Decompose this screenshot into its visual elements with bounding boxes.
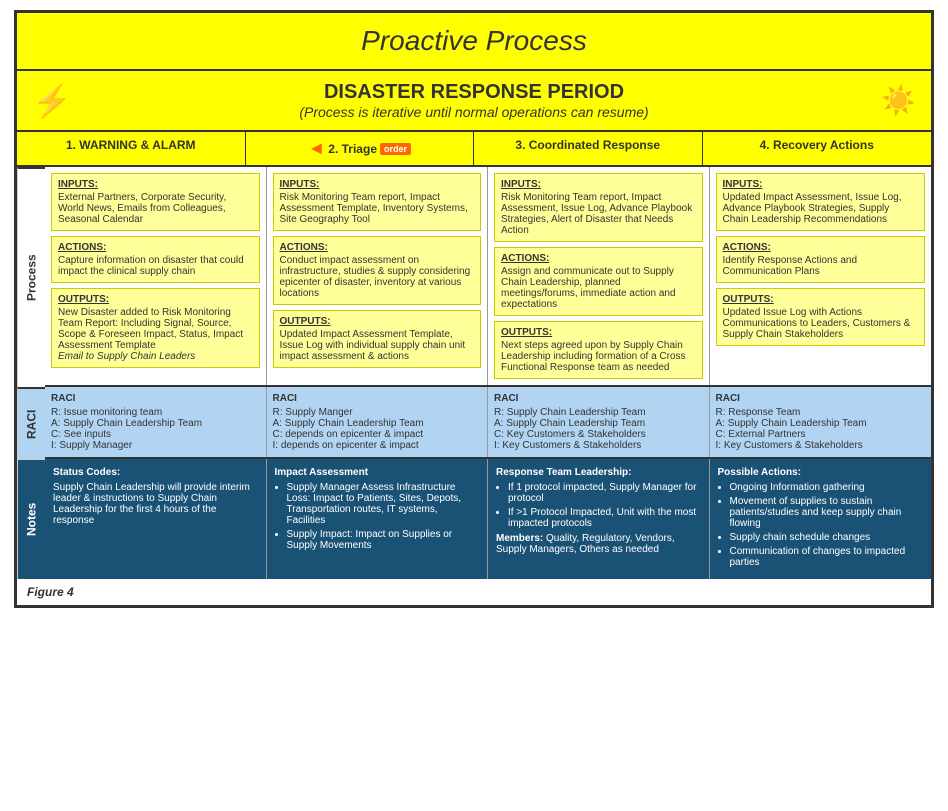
- process-col-2: INPUTS: Risk Monitoring Team report, Imp…: [267, 167, 489, 385]
- process-inputs-2: INPUTS: Risk Monitoring Team report, Imp…: [273, 173, 482, 231]
- figure-label: Figure 4: [17, 579, 931, 605]
- order-badge: order: [380, 143, 411, 155]
- raci-cells: RACI R: Issue monitoring team A: Supply …: [45, 387, 931, 459]
- process-col-3: INPUTS: Risk Monitoring Team report, Imp…: [488, 167, 710, 385]
- process-actions-1: ACTIONS: Capture information on disaster…: [51, 236, 260, 283]
- raci-col-3: RACI R: Supply Chain Leadership Team A: …: [488, 387, 710, 457]
- list-item: If 1 protocol impacted, Supply Manager f…: [508, 482, 701, 504]
- list-item: Supply Impact: Impact on Supplies or Sup…: [287, 529, 480, 551]
- raci-row-label: RACI: [17, 387, 45, 459]
- disaster-banner-text: DISASTER RESPONSE PERIOD (Process is ite…: [299, 81, 648, 120]
- col-header-1: 1. WARNING & ALARM: [17, 132, 246, 165]
- list-item: If >1 Protocol Impacted, Unit with the m…: [508, 507, 701, 529]
- raci-col-4: RACI R: Response Team A: Supply Chain Le…: [710, 387, 932, 457]
- process-inputs-1: INPUTS: External Partners, Corporate Sec…: [51, 173, 260, 231]
- col-header-4: 4. Recovery Actions: [703, 132, 932, 165]
- raci-col-1: RACI R: Issue monitoring team A: Supply …: [45, 387, 267, 457]
- columns-header: 1. WARNING & ALARM ◄ 2. Triage order 3. …: [17, 132, 931, 167]
- disaster-subtitle: (Process is iterative until normal opera…: [299, 104, 648, 120]
- disaster-banner: ⚡ DISASTER RESPONSE PERIOD (Process is i…: [17, 71, 931, 132]
- list-item: Movement of supplies to sustain patients…: [730, 496, 924, 529]
- raci-col-2: RACI R: Supply Manger A: Supply Chain Le…: [267, 387, 489, 457]
- notes-col-3: Response Team Leadership: If 1 protocol …: [488, 459, 710, 579]
- list-item: Supply chain schedule changes: [730, 532, 924, 543]
- list-item: Communication of changes to impacted par…: [730, 546, 924, 568]
- notes-list-2: Supply Manager Assess Infrastructure Los…: [275, 482, 480, 551]
- process-col-4: INPUTS: Updated Impact Assessment, Issue…: [710, 167, 932, 385]
- process-actions-2: ACTIONS: Conduct impact assessment on in…: [273, 236, 482, 305]
- col-header-3: 3. Coordinated Response: [474, 132, 703, 165]
- process-row-label: Process: [17, 167, 45, 387]
- process-inputs-4: INPUTS: Updated Impact Assessment, Issue…: [716, 173, 926, 231]
- process-outputs-1: OUTPUTS: New Disaster added to Risk Moni…: [51, 288, 260, 368]
- notes-cells: Status Codes: Supply Chain Leadership wi…: [45, 459, 931, 579]
- notes-col-2: Impact Assessment Supply Manager Assess …: [267, 459, 489, 579]
- lightning-icon: ⚡: [32, 82, 72, 120]
- proactive-header: Proactive Process: [17, 13, 931, 71]
- notes-col-4: Possible Actions: Ongoing Information ga…: [710, 459, 932, 579]
- process-outputs-2: OUTPUTS: Updated Impact Assessment Templ…: [273, 310, 482, 368]
- disaster-title: DISASTER RESPONSE PERIOD: [299, 81, 648, 104]
- notes-col-1: Status Codes: Supply Chain Leadership wi…: [45, 459, 267, 579]
- notes-list-4: Ongoing Information gathering Movement o…: [718, 482, 924, 568]
- notes-row-label: Notes: [17, 459, 45, 579]
- process-col-1: INPUTS: External Partners, Corporate Sec…: [45, 167, 267, 385]
- notes-members-label: Members: Quality, Regulatory, Vendors, S…: [496, 533, 701, 555]
- main-container: Proactive Process ⚡ DISASTER RESPONSE PE…: [14, 10, 934, 608]
- sun-icon: ☀️: [881, 84, 916, 117]
- process-outputs-3: OUTPUTS: Next steps agreed upon by Suppl…: [494, 321, 703, 379]
- process-inputs-3: INPUTS: Risk Monitoring Team report, Imp…: [494, 173, 703, 242]
- main-grid: Process INPUTS: External Partners, Corpo…: [17, 167, 931, 579]
- proactive-title: Proactive Process: [29, 25, 919, 57]
- col-header-2: ◄ 2. Triage order: [246, 132, 475, 165]
- process-actions-3: ACTIONS: Assign and communicate out to S…: [494, 247, 703, 316]
- process-actions-4: ACTIONS: Identify Response Actions and C…: [716, 236, 926, 283]
- notes-sublist-3: If 1 protocol impacted, Supply Manager f…: [496, 482, 701, 529]
- process-outputs-4: OUTPUTS: Updated Issue Log with Actions …: [716, 288, 926, 346]
- arrow-left-icon: ◄: [307, 138, 325, 159]
- list-item: Ongoing Information gathering: [730, 482, 924, 493]
- process-cells: INPUTS: External Partners, Corporate Sec…: [45, 167, 931, 387]
- list-item: Supply Manager Assess Infrastructure Los…: [287, 482, 480, 526]
